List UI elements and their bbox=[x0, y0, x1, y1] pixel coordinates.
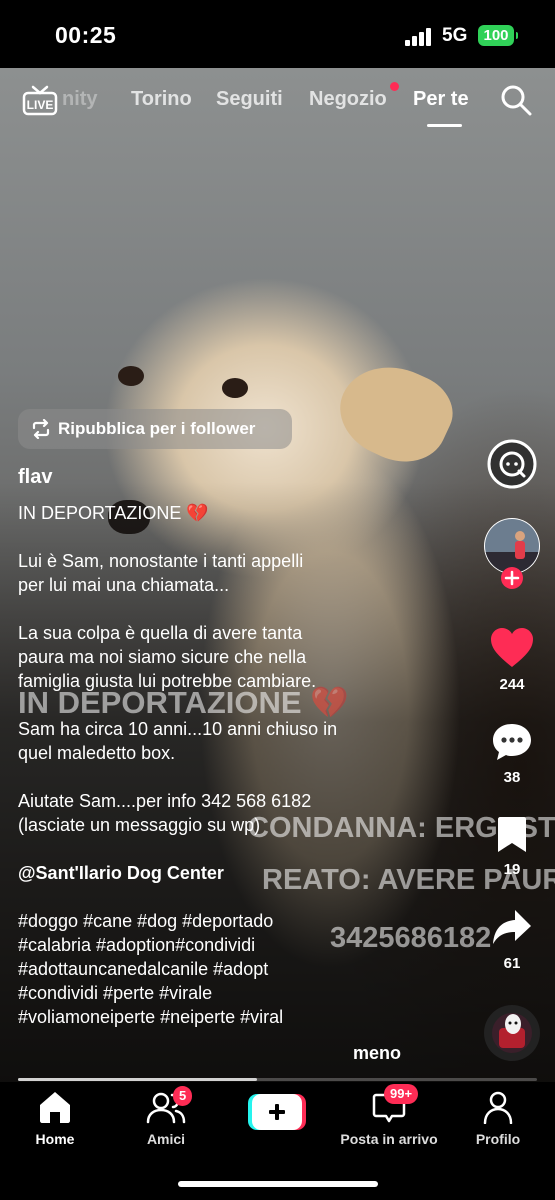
like-button[interactable]: 244 bbox=[480, 627, 544, 693]
status-time: 00:25 bbox=[55, 22, 117, 48]
tab-community[interactable]: nity bbox=[62, 88, 98, 111]
video-progress-bar[interactable] bbox=[18, 1078, 537, 1081]
friends-badge: 5 bbox=[173, 1086, 193, 1106]
caption-line: paura ma noi siamo sicure che nella bbox=[18, 647, 307, 667]
save-button[interactable]: 19 bbox=[480, 816, 544, 878]
caption-line: quel maledetto box. bbox=[18, 743, 176, 763]
caption-line: per lui mai una chiamata... bbox=[18, 575, 230, 595]
nav-home[interactable]: Home bbox=[0, 1090, 110, 1147]
caption-less-link[interactable]: meno bbox=[353, 1043, 401, 1064]
comment-icon bbox=[493, 724, 531, 760]
create-button[interactable] bbox=[248, 1094, 306, 1130]
mention-link[interactable]: @Sant'Ilario Dog Center bbox=[18, 861, 478, 885]
search-icon[interactable] bbox=[500, 84, 532, 116]
caption-line: Lui è Sam, nonostante i tanti appelli bbox=[18, 551, 304, 571]
hashtag-line[interactable]: #condividi #perte #virale bbox=[18, 981, 478, 1005]
profile-icon bbox=[483, 1091, 513, 1125]
share-arrow-icon bbox=[493, 910, 531, 944]
status-bar: 00:25 5G 100 bbox=[0, 0, 555, 68]
ai-search-button[interactable] bbox=[480, 438, 544, 495]
hashtag-line[interactable]: #voliamoneiperte #neiperte #viral bbox=[18, 1005, 478, 1029]
comment-button[interactable]: 38 bbox=[480, 722, 544, 786]
dog-eye-right bbox=[222, 378, 248, 398]
hashtag-line[interactable]: #doggo #cane #dog #deportado bbox=[18, 909, 478, 933]
svg-text:LIVE: LIVE bbox=[27, 98, 54, 112]
repost-icon bbox=[32, 419, 50, 439]
hashtag-line[interactable]: #adottauncanedalcanile #adopt bbox=[18, 957, 478, 981]
nav-inbox-label: Posta in arrivo bbox=[340, 1131, 438, 1147]
cellular-signal-icon bbox=[405, 28, 433, 46]
caption-line: (lasciate un messaggio su wp) bbox=[18, 815, 261, 835]
comment-count: 38 bbox=[503, 769, 521, 786]
home-icon bbox=[40, 1092, 70, 1123]
home-indicator bbox=[178, 1181, 378, 1187]
nav-friends[interactable]: 5 Amici bbox=[111, 1086, 221, 1147]
save-count: 19 bbox=[503, 861, 521, 878]
tab-per-te[interactable]: Per te bbox=[413, 88, 469, 111]
create-plus-icon bbox=[248, 1094, 306, 1130]
like-count: 244 bbox=[499, 676, 525, 693]
caption-line: famiglia giusta lui potrebbe cambiare. bbox=[18, 671, 317, 691]
video-caption[interactable]: flav IN DEPORTAZIONE 💔 Lui è Sam, nonost… bbox=[18, 465, 478, 1029]
caption-line: La sua colpa è quella di avere tanta bbox=[18, 623, 303, 643]
active-tab-indicator bbox=[427, 124, 462, 127]
heart-icon bbox=[491, 628, 533, 667]
nav-home-label: Home bbox=[35, 1131, 75, 1147]
nav-profile[interactable]: Profilo bbox=[443, 1090, 553, 1147]
tab-seguiti[interactable]: Seguiti bbox=[216, 88, 283, 111]
share-count: 61 bbox=[503, 955, 521, 972]
live-icon[interactable]: LIVE bbox=[22, 84, 58, 116]
repost-button[interactable]: Ripubblica per i follower bbox=[18, 409, 292, 449]
video-progress-fill bbox=[18, 1078, 257, 1081]
shop-notification-dot bbox=[390, 82, 399, 91]
dog-ear bbox=[326, 348, 464, 478]
tab-negozio[interactable]: Negozio bbox=[309, 88, 387, 111]
battery-icon: 100 bbox=[478, 25, 518, 46]
ai-search-icon bbox=[487, 439, 537, 489]
author-username[interactable]: flav bbox=[18, 465, 478, 489]
network-type: 5G bbox=[442, 25, 468, 46]
dog-eye-left bbox=[118, 366, 144, 386]
caption-line: Aiutate Sam....per info 342 568 6182 bbox=[18, 791, 312, 811]
tab-torino[interactable]: Torino bbox=[131, 88, 192, 111]
music-disc-icon bbox=[484, 1005, 540, 1061]
caption-line: Sam ha circa 10 anni...10 anni chiuso in bbox=[18, 719, 338, 739]
hashtag-line[interactable]: #calabria #adoption#condividi bbox=[18, 933, 478, 957]
caption-title: IN DEPORTAZIONE 💔 bbox=[18, 503, 209, 523]
avatar[interactable] bbox=[482, 518, 542, 590]
repost-label: Ripubblica per i follower bbox=[58, 419, 256, 438]
bookmark-icon bbox=[498, 817, 526, 852]
nav-inbox[interactable]: 99+ Posta in arrivo bbox=[334, 1084, 444, 1147]
author-avatar-follow[interactable] bbox=[480, 518, 544, 595]
music-disc-button[interactable] bbox=[480, 1004, 544, 1067]
inbox-badge: 99+ bbox=[384, 1084, 419, 1104]
share-button[interactable]: 61 bbox=[480, 908, 544, 972]
nav-profile-label: Profilo bbox=[475, 1131, 521, 1147]
nav-friends-label: Amici bbox=[146, 1131, 186, 1147]
battery-level: 100 bbox=[483, 27, 509, 44]
